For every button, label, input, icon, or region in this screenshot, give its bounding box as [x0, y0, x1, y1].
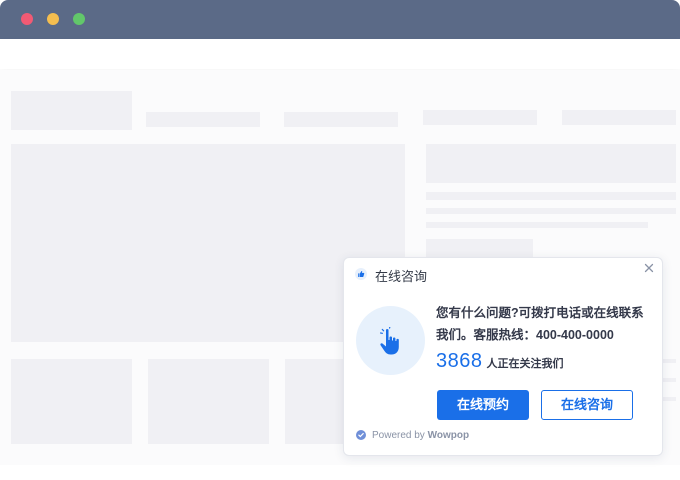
skeleton-nav-item [146, 112, 260, 127]
skeleton-card [148, 359, 269, 444]
thumbs-up-icon [355, 268, 367, 280]
close-window-button[interactable] [21, 13, 33, 25]
brand-name: Wowpop [427, 430, 470, 441]
popup-header: 在线咨询 [344, 258, 662, 290]
skeleton-text-line [662, 359, 676, 363]
powered-by[interactable]: Powered by Wowpop [356, 430, 469, 441]
minimize-window-button[interactable] [47, 13, 59, 25]
skeleton-nav-item [423, 110, 537, 125]
skeleton-nav-item [562, 110, 676, 125]
popup-title: 在线咨询 [375, 269, 428, 284]
skeleton-text-line [426, 192, 676, 200]
zoom-window-button[interactable] [73, 13, 85, 25]
skeleton-heading [426, 144, 676, 183]
skeleton-nav-item [284, 112, 398, 127]
skeleton-text-line [426, 208, 676, 214]
titlebar [0, 0, 680, 39]
pointing-hand-icon [380, 327, 399, 355]
skeleton-text-line [426, 222, 648, 228]
skeleton-button [426, 239, 533, 258]
visitor-count-label: 人正在关注我们 [486, 358, 564, 370]
chat-popup: 在线咨询 您有什么问题?可拨打电话或在线联系我们。客服热线：400-400-00… [343, 257, 663, 456]
visitor-count-row: 3868 人正在关注我们 [436, 350, 564, 373]
skeleton-card [285, 359, 345, 444]
skeleton-text-line [662, 378, 676, 382]
page-navbar-placeholder [0, 39, 680, 69]
book-appointment-button[interactable]: 在线预约 [437, 390, 529, 420]
powered-by-text: Powered by [372, 430, 425, 441]
visitor-count: 3868 [436, 350, 483, 372]
contact-message: 您有什么问题?可拨打电话或在线联系我们。客服热线：400-400-0000 [436, 306, 644, 342]
skeleton-card [11, 359, 132, 444]
online-consult-button[interactable]: 在线咨询 [541, 390, 633, 420]
skeleton-logo [11, 91, 132, 130]
agent-avatar [356, 306, 425, 375]
skeleton-text-line [662, 397, 676, 401]
check-badge-icon [356, 430, 366, 440]
close-icon[interactable] [643, 262, 655, 274]
